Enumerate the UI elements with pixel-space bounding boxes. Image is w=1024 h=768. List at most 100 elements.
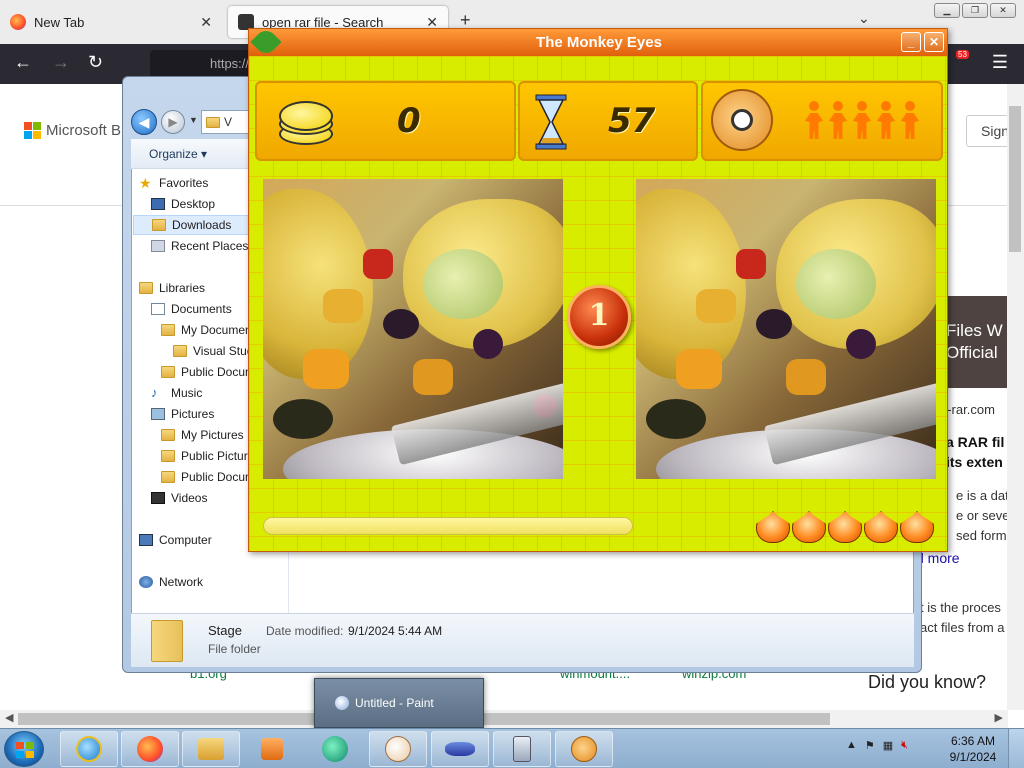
- hint-peach-icon[interactable]: [863, 509, 898, 543]
- card-line: Files W: [946, 321, 1003, 340]
- nav-label: Libraries: [159, 281, 206, 295]
- flag-icon[interactable]: ⚑: [865, 739, 875, 752]
- taskbar-internet-explorer[interactable]: [60, 731, 118, 767]
- tab-new-tab[interactable]: New Tab ✕: [0, 6, 222, 38]
- star-icon: ★: [139, 175, 152, 191]
- logo-text: Microsoft Bi: [46, 122, 125, 139]
- hint-peach-icon[interactable]: [899, 509, 934, 543]
- folder-icon: [206, 116, 220, 128]
- list-tabs-chevron-icon[interactable]: ⌄: [858, 10, 870, 27]
- organize-button[interactable]: Organize ▾: [149, 147, 207, 161]
- close-tab-icon[interactable]: ✕: [200, 14, 212, 31]
- downloads-icon: [152, 219, 166, 231]
- result-site[interactable]: n-rar.com: [940, 402, 995, 417]
- back-arrow-icon[interactable]: ←: [14, 52, 32, 73]
- game-minimize-button[interactable]: _: [901, 32, 921, 52]
- left-picture[interactable]: [263, 179, 563, 479]
- system-tray: ▲ ⚑ ▦ 🔇︎: [846, 739, 908, 752]
- hint-peach-icon[interactable]: [755, 509, 790, 543]
- music-icon: ♪: [151, 385, 158, 400]
- hint-peach-icon[interactable]: [827, 509, 862, 543]
- network-icon[interactable]: ▦: [883, 739, 893, 752]
- forward-arrow-icon[interactable]: →: [52, 52, 70, 73]
- organize-label: Organize: [149, 147, 198, 161]
- maximize-button[interactable]: ❐: [962, 3, 988, 18]
- libraries-icon: [139, 282, 153, 294]
- game-close-button[interactable]: ✕: [924, 32, 944, 52]
- close-button[interactable]: ✕: [990, 3, 1016, 18]
- videos-icon: [151, 492, 165, 504]
- game-titlebar: The Monkey Eyes _ ✕: [249, 29, 947, 58]
- right-picture[interactable]: [636, 179, 936, 479]
- folder-icon: [161, 471, 175, 483]
- show-desktop-button[interactable]: [1008, 729, 1024, 768]
- scroll-left-arrow-icon[interactable]: ◀: [5, 711, 13, 724]
- thumbnail-label: Untitled - Paint: [355, 696, 434, 710]
- history-dropdown-icon[interactable]: ▼: [189, 115, 198, 125]
- taskbar-media-player[interactable]: [243, 731, 301, 767]
- taskbar-calculator[interactable]: [493, 731, 551, 767]
- coins-icon: [279, 93, 337, 151]
- nav-item-network[interactable]: Network: [139, 572, 297, 592]
- pictures-icon: [151, 408, 165, 420]
- hints-indicator[interactable]: [755, 509, 934, 543]
- folder-icon: [173, 345, 187, 357]
- windows-logo-icon: [16, 742, 34, 758]
- nav-label: Recent Places: [171, 239, 249, 253]
- forward-button[interactable]: ▶: [161, 110, 185, 134]
- scrollbar-thumb[interactable]: [1009, 106, 1021, 252]
- notification-badge: 53: [956, 50, 969, 59]
- monkey-icon: [711, 89, 773, 151]
- volume-muted-icon[interactable]: 🔇︎: [901, 739, 908, 752]
- horizontal-scrollbar[interactable]: ◀ ▶: [0, 710, 1008, 728]
- firefox-icon: [137, 736, 163, 762]
- nav-label: Music: [171, 386, 203, 400]
- folder-icon: [161, 324, 175, 336]
- hint-peach-icon[interactable]: [791, 509, 826, 543]
- taskbar: ▲ ⚑ ▦ 🔇︎ 6:36 AM 9/1/2024: [0, 728, 1024, 768]
- system-clock[interactable]: 6:36 AM 9/1/2024: [946, 733, 1000, 765]
- firefox-icon: [10, 14, 26, 30]
- result-heading: a RAR fil: [946, 434, 1005, 450]
- taskbar-monkey-eyes[interactable]: [555, 731, 613, 767]
- result-snippet: sed form -: [956, 528, 1015, 543]
- life-person-icon: [803, 101, 825, 141]
- start-button[interactable]: [4, 731, 44, 767]
- taskbar-firefox[interactable]: [121, 731, 179, 767]
- taskbar-paint[interactable]: [369, 731, 427, 767]
- differences-counter: 1: [567, 285, 631, 349]
- app-icon: [322, 736, 348, 762]
- hamburger-menu-icon[interactable]: ☰: [992, 52, 1008, 73]
- computer-icon: [139, 534, 153, 546]
- clock-date: 9/1/2024: [949, 750, 997, 764]
- nav-label: Videos: [171, 491, 208, 505]
- show-hidden-icons-icon[interactable]: ▲: [846, 739, 857, 752]
- bing-logo[interactable]: Microsoft Bi: [24, 122, 124, 139]
- internet-explorer-icon: [76, 736, 102, 762]
- folder-icon: [161, 429, 175, 441]
- minimize-button[interactable]: ▁: [934, 3, 960, 18]
- taskbar-explorer[interactable]: [182, 731, 240, 767]
- network-icon: [139, 576, 153, 588]
- coins-panel: 0: [255, 81, 516, 161]
- address-bar[interactable]: V: [201, 110, 251, 134]
- reload-icon[interactable]: ↻: [88, 52, 103, 73]
- back-button[interactable]: ◀: [131, 109, 157, 135]
- explorer-folder-icon: [198, 738, 224, 760]
- life-person-icon: [899, 101, 921, 141]
- coins-counter: 0: [397, 101, 421, 141]
- game-window: The Monkey Eyes _ ✕ 0 57 1: [248, 28, 948, 552]
- nav-label: Favorites: [159, 176, 209, 190]
- taskbar-thumbnail-paint[interactable]: Untitled - Paint: [314, 678, 484, 728]
- taskbar-infinity-app[interactable]: [431, 731, 489, 767]
- scroll-right-arrow-icon[interactable]: ▶: [995, 711, 1003, 724]
- address-text: V: [224, 115, 233, 129]
- vertical-scrollbar[interactable]: [1007, 84, 1024, 710]
- card-line: Official: [946, 343, 998, 362]
- infinity-icon: [445, 742, 475, 756]
- read-more-link[interactable]: d more: [916, 550, 960, 566]
- folder-icon: [151, 620, 183, 662]
- taskbar-app[interactable]: [306, 731, 364, 767]
- result-snippet: act files from a: [920, 620, 1005, 635]
- desktop-icon: [151, 198, 165, 210]
